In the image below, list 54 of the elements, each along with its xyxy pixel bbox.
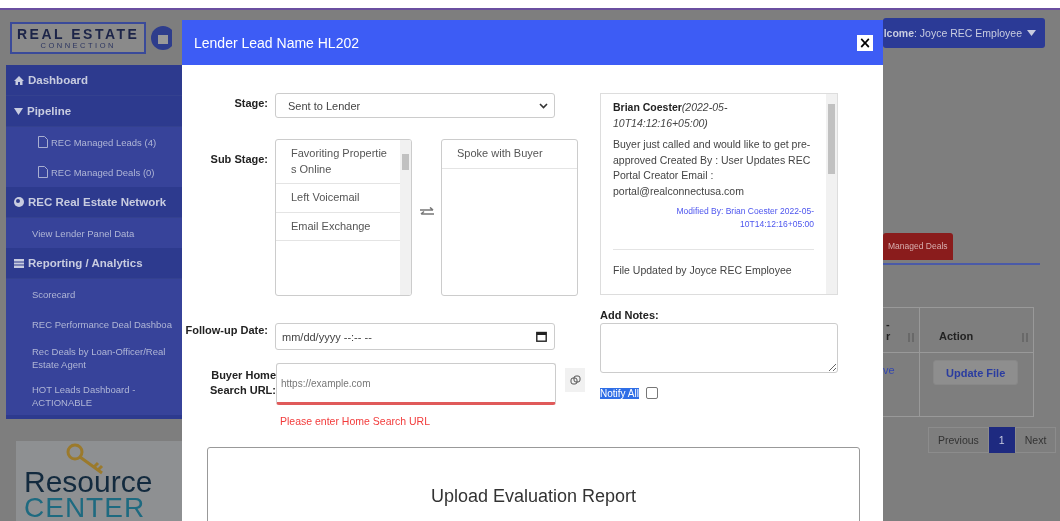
document-icon [38,166,48,178]
lock-icon [150,24,173,51]
banner-title: Resource [24,469,154,495]
document-icon [38,136,48,148]
scrollbar[interactable] [400,140,411,295]
update-file-button[interactable]: Update File [933,360,1019,385]
notes-field[interactable] [600,323,838,373]
list-item[interactable]: Spoke with Buyer [442,140,577,169]
copy-icon [569,374,581,386]
stage-select[interactable]: Sent to Lender [275,93,555,118]
notify-all-checkbox[interactable] [645,387,658,399]
close-button[interactable]: × [857,34,873,51]
caret-icon [1027,30,1036,36]
note-text: File Updated by Joyce REC Employee [613,263,793,278]
date-field[interactable]: mm/dd/yyyy --:-- -- [275,323,555,350]
sidebar-item[interactable]: View Lender Panel Data [6,218,182,248]
copy-button[interactable] [565,368,585,392]
note-text: Buyer just called and would like to get pre-approved Created By : User Updates REC Portal Creator Email : portal@realconnectusa.com [613,137,812,199]
banner-subtitle: CENTER [24,495,147,521]
upload-area[interactable]: Upload Evaluation Report [207,447,860,521]
sidebar-item[interactable]: HOT Leads Dashboard - ACTIONABLE [6,377,182,415]
globe-icon [14,197,24,207]
note-heading: Brian Coester(2022-05-10T14:12:16+05:00) [613,100,729,131]
notify-all-label: Notify All [600,387,639,399]
home-icon [14,75,24,85]
list-icon [14,258,24,268]
chevron-down-icon [539,102,548,109]
field-label: Stage: [233,96,269,111]
next-button[interactable]: Next [1014,427,1057,453]
column-header[interactable]: Action [920,308,1033,353]
column-header[interactable]: - r [883,308,920,353]
resource-center-banner[interactable]: Resource CENTER [16,441,182,521]
modal-title: Lender Lead Name HL202 [194,34,359,51]
url-field[interactable]: https://example.com [276,363,556,405]
field-label: Sub Stage: [209,152,269,167]
sidebar-item[interactable]: REC Managed Leads (4) [6,127,182,157]
caret-icon [14,107,23,115]
user-menu-button[interactable]: lcome: Joyce REC Employee [883,18,1045,48]
sidebar-item[interactable]: REC Performance Deal Dashboa [6,309,182,339]
note-modified: Modified By: Brian Coester 2022-05-10T14:12:16+05:00 [613,205,814,250]
tab[interactable]: Managed Deals [883,233,953,260]
field-label: Add Notes: [600,309,660,321]
error-message: Please enter Home Search URL [280,415,431,427]
sidebar-item[interactable]: REC Managed Deals (0) [6,157,182,187]
swap-arrows-icon [419,207,435,217]
field-label: Follow-up Date: [184,323,269,338]
sidebar-item[interactable]: Rec Deals by Loan-Officer/Real Estate Agent [6,339,182,377]
page-button[interactable]: 1 [988,427,1015,453]
calendar-icon[interactable] [536,331,547,342]
field-label: Buyer Home Search URL: [208,368,276,398]
scrollbar[interactable] [826,94,837,294]
sidebar-item[interactable]: Scorecard [6,279,182,309]
upload-title: Upload Evaluation Report [430,486,637,508]
previous-button[interactable]: Previous [928,427,989,453]
